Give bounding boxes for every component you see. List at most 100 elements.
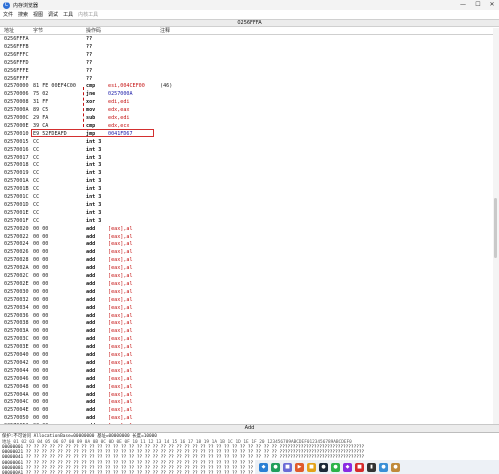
disasm-row[interactable]: 0257004C 00 00 add [eax],al xyxy=(0,399,493,407)
row-address: 02570042 xyxy=(4,359,29,366)
disasm-row[interactable]: 02570024 00 00 add [eax],al xyxy=(0,241,493,249)
disasm-row[interactable]: 02570008 31 FF xor edi,edi xyxy=(0,99,493,107)
app-icon[interactable]: ■ xyxy=(283,462,292,472)
row-operand: [eax],al xyxy=(108,367,133,374)
window-title: 内存浏览器 xyxy=(13,2,39,9)
disasm-row[interactable]: 02570017 CC int 3 xyxy=(0,155,493,163)
disasm-row[interactable]: 02570042 00 00 add [eax],al xyxy=(0,360,493,368)
row-address: 0257003A xyxy=(4,328,29,335)
disasm-row[interactable]: 0256FFFD?? xyxy=(0,60,493,68)
disasm-row[interactable]: 0257003A 00 00 add [eax],al xyxy=(0,328,493,336)
media-icon[interactable]: ▶ xyxy=(295,462,304,472)
disasm-row[interactable]: 02570006 75 02 jne 0257000A xyxy=(0,91,493,99)
disasm-row[interactable]: 02570038 00 00 add [eax],al xyxy=(0,320,493,328)
disasm-row[interactable]: 0257001B CC int 3 xyxy=(0,186,493,194)
disasm-row[interactable]: 02570046 00 00 add [eax],al xyxy=(0,376,493,384)
menu-file[interactable]: 文件 xyxy=(3,11,13,18)
disasm-row[interactable]: 0257004E 00 00 add [eax],al xyxy=(0,407,493,415)
disasm-row[interactable]: 0256FFFB?? xyxy=(0,44,493,52)
disasm-row[interactable]: 02570050 00 00 add [eax],al xyxy=(0,415,493,423)
steam-icon[interactable]: ● xyxy=(319,462,328,472)
address-bar[interactable]: 0256FFFA xyxy=(0,19,499,27)
row-bytes: 00 00 xyxy=(33,407,49,414)
row-address: 0257003C xyxy=(4,336,29,343)
row-address: 02570024 xyxy=(4,241,29,248)
row-operand: [eax],al xyxy=(108,296,133,303)
disasm-row[interactable]: 02570028 00 00 add [eax],al xyxy=(0,257,493,265)
row-address: 02570036 xyxy=(4,312,29,319)
disasm-row[interactable]: 0257001A CC int 3 xyxy=(0,178,493,186)
disasm-row[interactable]: 02570026 00 00 add [eax],al xyxy=(0,249,493,257)
disasm-row[interactable]: 0256FFFC?? xyxy=(0,52,493,60)
minimize-button[interactable]: — xyxy=(456,0,470,10)
disasm-row[interactable]: 02570036 00 00 add [eax],al xyxy=(0,313,493,321)
row-address: 0257001F xyxy=(4,217,29,224)
disasm-row[interactable]: 0257001C CC int 3 xyxy=(0,194,493,202)
row-bytes: 00 00 xyxy=(33,415,49,422)
disasm-row[interactable]: 02570030 00 00 add [eax],al xyxy=(0,289,493,297)
maximize-button[interactable]: ☐ xyxy=(471,0,485,10)
disasm-row[interactable]: 0257001F CC int 3 xyxy=(0,218,493,226)
disasm-row[interactable]: 0257002E 00 00 add [eax],al xyxy=(0,281,493,289)
disasm-row[interactable]: 0257004A 00 00 add [eax],al xyxy=(0,392,493,400)
disasm-row[interactable]: 0257002A 00 00 add [eax],al xyxy=(0,265,493,273)
disasm-row[interactable]: 0257001E CC int 3 xyxy=(0,210,493,218)
menu-tools[interactable]: 工具 xyxy=(63,11,73,18)
vertical-scrollbar[interactable] xyxy=(493,28,499,424)
disasm-row[interactable]: 0257000A 89 C5 mov edx,eax xyxy=(0,107,493,115)
app3-icon[interactable]: ● xyxy=(391,462,400,472)
disasm-row[interactable]: 02570048 00 00 add [eax],al xyxy=(0,384,493,392)
row-operand: [eax],al xyxy=(108,312,133,319)
header-comment[interactable]: 注释 xyxy=(160,28,170,35)
terminal-icon[interactable]: ▮ xyxy=(367,462,376,472)
app2-icon[interactable]: ● xyxy=(379,462,388,472)
disasm-row[interactable]: 02570040 00 00 add [eax],al xyxy=(0,352,493,360)
header-opcode[interactable]: 操作码 xyxy=(86,28,101,35)
menu-kernel-tools[interactable]: 内核工具 xyxy=(78,11,98,18)
close-button[interactable]: ✕ xyxy=(485,0,499,10)
row-address: 0257000C xyxy=(4,115,29,121)
disasm-row[interactable]: 02570020 00 00 add [eax],al xyxy=(0,226,493,234)
disasm-row[interactable]: 0256FFFA?? xyxy=(0,36,493,44)
disasm-row[interactable]: 0257003E 00 00 add [eax],al xyxy=(0,344,493,352)
disassembly-list[interactable]: 0256FFFA?? 0256FFFB?? 0256FFFC?? 0256FFFD??… xyxy=(0,36,493,424)
row-mnemonic: ?? xyxy=(86,51,93,58)
disasm-row[interactable]: 02570032 00 00 add [eax],al xyxy=(0,297,493,305)
vscode-icon[interactable]: ◆ xyxy=(259,462,268,472)
header-address[interactable]: 地址 xyxy=(4,28,14,35)
disasm-row[interactable]: 0257000C 29 FA sub edx,edi xyxy=(0,115,493,123)
row-operand: [eax],al xyxy=(108,265,133,272)
row-operand: edx,edi xyxy=(108,115,130,121)
scrollbar-thumb[interactable] xyxy=(494,198,497,258)
row-bytes: 00 00 xyxy=(33,391,49,398)
disasm-row[interactable]: 02570018 CC int 3 xyxy=(0,162,493,170)
disasm-row[interactable]: 0257001D CC int 3 xyxy=(0,202,493,210)
file-icon[interactable]: ■ xyxy=(307,462,316,472)
red-app-icon[interactable]: ■ xyxy=(355,462,364,472)
browser-icon[interactable]: ● xyxy=(271,462,280,472)
game-icon[interactable]: ◆ xyxy=(343,462,352,472)
disasm-row[interactable]: 02570034 00 00 add [eax],al xyxy=(0,305,493,313)
chat-icon[interactable]: ● xyxy=(331,462,340,472)
disasm-row[interactable]: 02570016 CC int 3 xyxy=(0,147,493,155)
menu-view[interactable]: 视图 xyxy=(33,11,43,18)
menu-search[interactable]: 搜索 xyxy=(18,11,28,18)
disasm-row[interactable]: 02570022 00 00 add [eax],al xyxy=(0,234,493,242)
row-bytes: 89 C5 xyxy=(33,107,49,114)
disasm-row[interactable]: 02570000 81 FE 00EF4C00 cmp esi,004CEF00 (46… xyxy=(0,83,493,91)
row-address: 02570046 xyxy=(4,375,29,382)
menu-debug[interactable]: 调试 xyxy=(48,11,58,18)
row-bytes: 00 00 xyxy=(33,273,49,279)
disasm-row[interactable]: 02570044 00 00 add [eax],al xyxy=(0,368,493,376)
row-mnemonic: add xyxy=(86,391,96,398)
row-address: 02570019 xyxy=(4,170,29,177)
disasm-row[interactable]: 0256FFFF?? xyxy=(0,76,493,84)
header-bytes[interactable]: 字节 xyxy=(33,28,43,35)
disasm-row[interactable]: 0256FFFE?? xyxy=(0,68,493,76)
disasm-row[interactable]: 0257002C 00 00 add [eax],al xyxy=(0,273,493,281)
disasm-row[interactable]: 02570015 CC int 3 xyxy=(0,139,493,147)
row-bytes: CC xyxy=(33,138,40,145)
row-address: 0257004C xyxy=(4,399,29,406)
disasm-row[interactable]: 02570019 CC int 3 xyxy=(0,170,493,178)
disasm-row[interactable]: 0257003C 00 00 add [eax],al xyxy=(0,336,493,344)
